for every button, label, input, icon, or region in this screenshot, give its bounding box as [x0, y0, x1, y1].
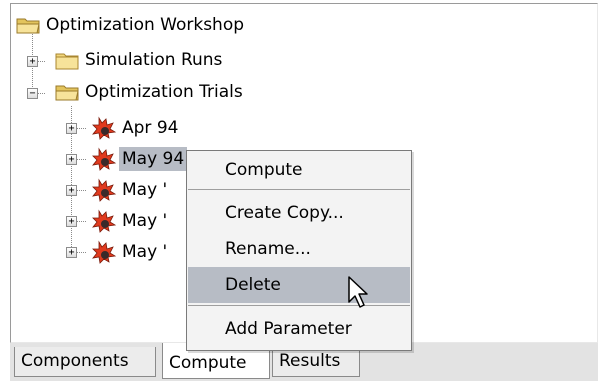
tree-item-simulation-runs[interactable]: Simulation Runs	[54, 45, 225, 75]
menu-separator	[188, 305, 410, 306]
tree-item-label: May '	[122, 211, 168, 231]
window: Optimization Workshop + Simulation Runs …	[0, 0, 599, 381]
menu-item-delete[interactable]: Delete	[188, 267, 410, 303]
tab-results[interactable]: Results	[272, 347, 360, 377]
open-folder-icon	[54, 80, 82, 104]
tree-item-label: May '	[122, 242, 168, 262]
menu-item-rename[interactable]: Rename...	[188, 231, 410, 267]
trial-icon	[91, 240, 119, 264]
mouse-pointer-icon	[348, 276, 368, 308]
trial-icon	[91, 116, 119, 140]
menu-item-add-parameter[interactable]: Add Parameter	[188, 311, 410, 347]
tree-item-label: Optimization Trials	[85, 82, 243, 102]
folder-icon	[54, 48, 82, 72]
tree-item-trial[interactable]: Apr 94	[91, 113, 181, 143]
collapse-icon[interactable]: −	[27, 88, 38, 99]
tree-item-trial[interactable]: May '	[91, 175, 170, 205]
menu-item-compute[interactable]: Compute	[188, 152, 410, 188]
menu-separator	[188, 189, 410, 190]
expand-icon[interactable]: +	[66, 154, 77, 165]
tree-root-label: Optimization Workshop	[46, 15, 245, 35]
trial-icon	[91, 147, 119, 171]
tab-components[interactable]: Components	[14, 347, 156, 377]
expand-icon[interactable]: +	[27, 56, 38, 67]
tree-item-label: May '	[122, 180, 168, 200]
trial-icon	[91, 178, 119, 202]
tree-item-label: Simulation Runs	[85, 50, 223, 70]
tree-root[interactable]: Optimization Workshop	[15, 10, 247, 40]
tree-item-label: May 94	[119, 147, 188, 171]
open-folder-icon	[15, 13, 43, 37]
trial-icon	[91, 209, 119, 233]
tree-item-label: Apr 94	[122, 118, 179, 138]
tree-item-optimization-trials[interactable]: Optimization Trials	[54, 77, 246, 107]
expand-icon[interactable]: +	[66, 247, 77, 258]
tree-item-trial-selected[interactable]: May 94	[91, 144, 188, 174]
expand-icon[interactable]: +	[66, 216, 77, 227]
tree-item-trial[interactable]: May '	[91, 206, 170, 236]
expand-icon[interactable]: +	[66, 185, 77, 196]
context-menu: Compute Create Copy... Rename... Delete …	[186, 150, 412, 351]
menu-item-create-copy[interactable]: Create Copy...	[188, 195, 410, 231]
tree-item-trial[interactable]: May '	[91, 237, 170, 267]
expand-icon[interactable]: +	[66, 123, 77, 134]
